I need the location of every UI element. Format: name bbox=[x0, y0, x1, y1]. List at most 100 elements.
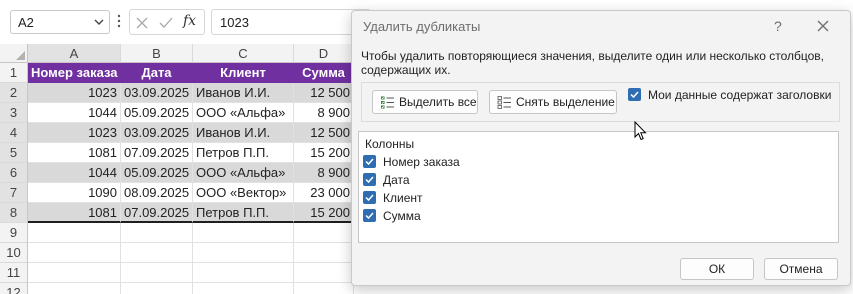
unselect-all-button[interactable]: Снять выделение bbox=[489, 90, 617, 114]
checkmark-icon bbox=[630, 91, 639, 99]
table-cell[interactable] bbox=[28, 263, 121, 283]
table-cell[interactable]: 1044 bbox=[28, 163, 121, 183]
empty-row bbox=[28, 243, 354, 263]
table-cell[interactable] bbox=[121, 283, 193, 294]
formula-value: 1023 bbox=[220, 15, 249, 30]
table-cell[interactable] bbox=[193, 283, 294, 294]
column-header-a[interactable]: A bbox=[28, 44, 121, 63]
table-cell[interactable]: 1023 bbox=[28, 123, 121, 143]
header-cell[interactable]: Клиент bbox=[193, 63, 294, 83]
table-cell[interactable]: ООО «Альфа» bbox=[193, 103, 294, 123]
table-cell[interactable]: 05.09.2025 bbox=[121, 103, 193, 123]
table-cell[interactable]: 1090 bbox=[28, 183, 121, 203]
table-cell[interactable] bbox=[121, 223, 193, 243]
table-cell[interactable]: Петров П.П. bbox=[193, 143, 294, 163]
header-cell[interactable]: Дата bbox=[121, 63, 193, 83]
cancel-entry-icon[interactable] bbox=[134, 15, 150, 31]
table-cell[interactable]: 03.09.2025 bbox=[121, 83, 193, 103]
table-cell[interactable]: Иванов И.И. bbox=[193, 123, 294, 143]
table-cell[interactable] bbox=[28, 243, 121, 263]
table-cell[interactable] bbox=[193, 223, 294, 243]
table-cell[interactable] bbox=[121, 263, 193, 283]
table-row: 1023 03.09.2025 Иванов И.И. 12 500 bbox=[28, 123, 354, 143]
column-option[interactable]: Номер заказа bbox=[363, 154, 663, 170]
ok-button[interactable]: ОК bbox=[680, 258, 754, 280]
close-icon[interactable] bbox=[816, 19, 830, 33]
table-cell[interactable] bbox=[28, 223, 121, 243]
table-cell[interactable]: 8 900 bbox=[294, 103, 354, 123]
column-option-label: Клиент bbox=[383, 191, 423, 205]
header-cell[interactable]: Сумма bbox=[294, 63, 354, 83]
table-cell[interactable] bbox=[28, 283, 121, 294]
table-cell[interactable]: Иванов И.И. bbox=[193, 83, 294, 103]
row-header[interactable]: 8 bbox=[0, 203, 28, 223]
column-option[interactable]: Сумма bbox=[363, 208, 663, 224]
worksheet-grid: A B C D 1 2 3 4 5 6 7 8 9 10 11 12 Номер… bbox=[0, 44, 354, 294]
table-cell[interactable]: 15 200 bbox=[294, 143, 354, 163]
header-cell[interactable]: Номер заказа bbox=[28, 63, 121, 83]
chevron-down-icon[interactable] bbox=[93, 16, 105, 28]
table-row: 1081 07.09.2025 Петров П.П. 15 200 bbox=[28, 203, 354, 223]
table-row: 1081 07.09.2025 Петров П.П. 15 200 bbox=[28, 143, 354, 163]
table-cell[interactable]: 12 500 bbox=[294, 83, 354, 103]
table-cell[interactable] bbox=[294, 283, 354, 294]
formula-input[interactable]: 1023 bbox=[211, 9, 371, 35]
insert-function-icon[interactable]: fx bbox=[183, 13, 199, 29]
column-checkbox[interactable] bbox=[363, 155, 376, 168]
row-header[interactable]: 10 bbox=[0, 243, 28, 263]
table-cell[interactable]: 12 500 bbox=[294, 123, 354, 143]
row-header[interactable]: 2 bbox=[0, 83, 28, 103]
table-cell[interactable]: 1081 bbox=[28, 203, 121, 223]
select-all-corner[interactable] bbox=[0, 44, 28, 63]
table-cell[interactable]: Петров П.П. bbox=[193, 203, 294, 223]
row-header[interactable]: 12 bbox=[0, 283, 28, 294]
table-cell[interactable]: ООО «Вектор» bbox=[193, 183, 294, 203]
column-option-label: Дата bbox=[383, 173, 410, 187]
table-cell[interactable] bbox=[193, 263, 294, 283]
column-header-d[interactable]: D bbox=[294, 44, 354, 63]
table-header-row: Номер заказа Дата Клиент Сумма bbox=[28, 63, 354, 83]
select-all-button[interactable]: Выделить все bbox=[372, 90, 478, 114]
row-header[interactable]: 11 bbox=[0, 263, 28, 283]
column-option[interactable]: Клиент bbox=[363, 190, 663, 206]
row-header[interactable]: 6 bbox=[0, 163, 28, 183]
help-button[interactable]: ? bbox=[774, 18, 782, 34]
table-cell[interactable]: 15 200 bbox=[294, 203, 354, 223]
table-cell[interactable]: 23 000 bbox=[294, 183, 354, 203]
column-header-c[interactable]: C bbox=[193, 44, 294, 63]
table-cell[interactable] bbox=[193, 243, 294, 263]
table-cell[interactable] bbox=[294, 263, 354, 283]
column-option[interactable]: Дата bbox=[363, 172, 663, 188]
table-cell[interactable]: 03.09.2025 bbox=[121, 123, 193, 143]
table-cell[interactable]: 1023 bbox=[28, 83, 121, 103]
table-cell[interactable]: 8 900 bbox=[294, 163, 354, 183]
checkmark-icon bbox=[365, 212, 374, 220]
checkmark-icon bbox=[365, 158, 374, 166]
table-cell[interactable]: 1081 bbox=[28, 143, 121, 163]
more-options-icon[interactable] bbox=[117, 12, 121, 30]
confirm-entry-icon[interactable] bbox=[158, 15, 174, 31]
table-cell[interactable]: 05.09.2025 bbox=[121, 163, 193, 183]
column-checkbox[interactable] bbox=[363, 209, 376, 222]
column-checkbox[interactable] bbox=[363, 191, 376, 204]
table-cell[interactable]: ООО «Альфа» bbox=[193, 163, 294, 183]
table-cell[interactable] bbox=[121, 243, 193, 263]
has-headers-checkbox[interactable] bbox=[628, 88, 641, 101]
row-header[interactable]: 4 bbox=[0, 123, 28, 143]
column-header-b[interactable]: B bbox=[121, 44, 193, 63]
row-header[interactable]: 1 bbox=[0, 63, 28, 83]
row-header[interactable]: 9 bbox=[0, 223, 28, 243]
row-header[interactable]: 7 bbox=[0, 183, 28, 203]
table-cell[interactable] bbox=[294, 223, 354, 243]
table-cell[interactable] bbox=[294, 243, 354, 263]
cancel-button[interactable]: Отмена bbox=[764, 258, 838, 280]
has-headers-label[interactable]: Мои данные содержат заголовки bbox=[648, 88, 831, 102]
row-header[interactable]: 5 bbox=[0, 143, 28, 163]
table-cell[interactable]: 07.09.2025 bbox=[121, 203, 193, 223]
row-header[interactable]: 3 bbox=[0, 103, 28, 123]
table-cell[interactable]: 07.09.2025 bbox=[121, 143, 193, 163]
table-cell[interactable]: 08.09.2025 bbox=[121, 183, 193, 203]
column-checkbox[interactable] bbox=[363, 173, 376, 186]
name-box[interactable]: A2 bbox=[10, 10, 110, 34]
table-cell[interactable]: 1044 bbox=[28, 103, 121, 123]
